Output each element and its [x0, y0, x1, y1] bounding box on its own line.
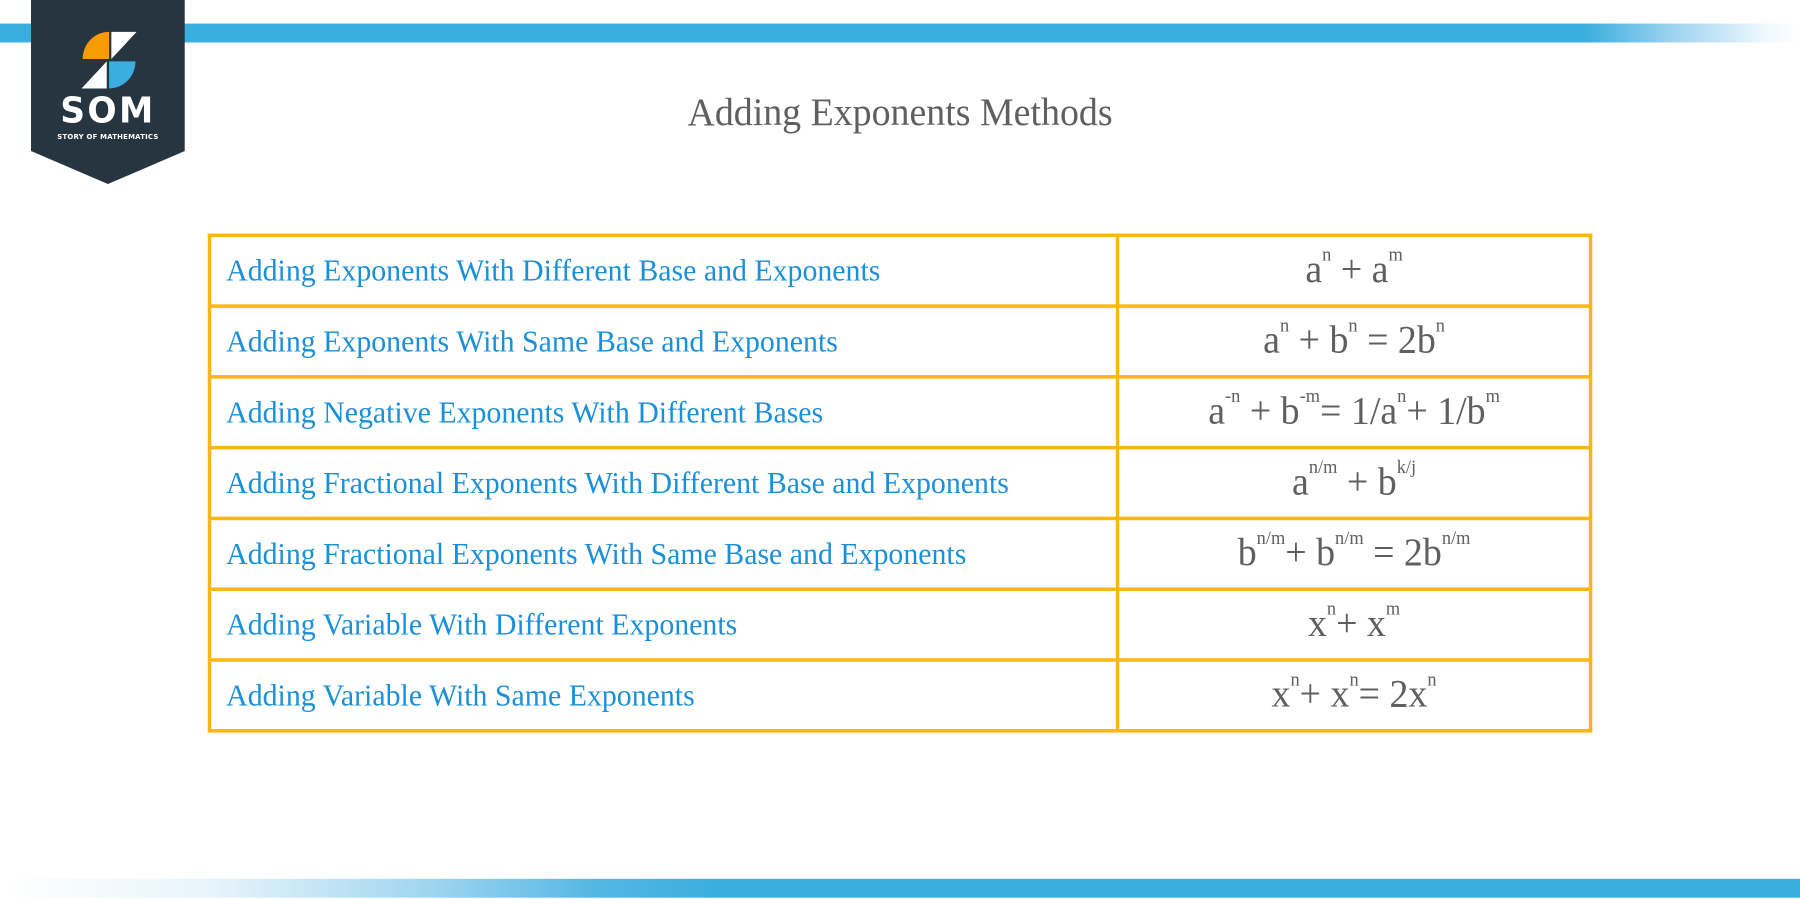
- page-title: Adding Exponents Methods: [687, 92, 1113, 135]
- table-row: Adding Exponents With Different Base and…: [207, 233, 1593, 308]
- table-row: Adding Fractional Exponents With Differe…: [207, 445, 1593, 521]
- formula-exponent: n: [1326, 599, 1337, 620]
- method-formula: an/m + bk/j: [1115, 445, 1593, 521]
- method-name: Adding Variable With Same Exponents: [207, 658, 1120, 733]
- formula-term: a: [1208, 390, 1226, 433]
- formula-term: = 2b: [1363, 531, 1442, 575]
- formula-exponent: n: [1290, 670, 1300, 691]
- method-name: Adding Negative Exponents With Different…: [207, 375, 1120, 450]
- formula-term: + x: [1336, 602, 1386, 646]
- formula-term: + a: [1331, 248, 1389, 292]
- formula-exponent: -m: [1299, 386, 1321, 407]
- formula-exponent: k/j: [1396, 457, 1417, 478]
- method-formula: xn+ xm: [1115, 587, 1593, 662]
- formula-exponent: n/m: [1441, 528, 1471, 549]
- formula-term: + x: [1299, 673, 1350, 717]
- formula-term: = 2b: [1357, 319, 1436, 363]
- table-row: Adding Fractional Exponents With Same Ba…: [207, 516, 1593, 591]
- table-row: Adding Variable With Different Exponents…: [207, 587, 1593, 662]
- formula-term: a: [1263, 319, 1280, 363]
- table-row: Adding Exponents With Same Base and Expo…: [207, 304, 1593, 379]
- method-name: Adding Fractional Exponents With Differe…: [207, 445, 1120, 521]
- bottom-accent-band: [0, 878, 1800, 898]
- formula-exponent: m: [1385, 599, 1401, 620]
- formula-exponent: n: [1435, 316, 1445, 337]
- method-name: Adding Exponents With Different Base and…: [207, 233, 1120, 308]
- table-row: Adding Negative Exponents With Different…: [207, 375, 1593, 450]
- formula-exponent: n: [1322, 245, 1332, 266]
- formula-exponent: -n: [1225, 386, 1241, 407]
- formula-term: + 1/b: [1406, 390, 1486, 433]
- formula-exponent: m: [1485, 386, 1500, 407]
- method-formula: an + am: [1115, 233, 1593, 308]
- formula-exponent: n: [1349, 670, 1359, 691]
- formula-exponent: n/m: [1308, 457, 1338, 478]
- formula-term: a: [1292, 461, 1309, 504]
- method-formula: xn+ xn= 2xn: [1115, 658, 1593, 733]
- table-row: Adding Variable With Same Exponents xn+ x…: [207, 658, 1593, 733]
- method-name: Adding Fractional Exponents With Same Ba…: [207, 516, 1120, 591]
- formula-exponent: n: [1348, 316, 1358, 337]
- formula-exponent: n: [1427, 670, 1437, 691]
- method-name: Adding Variable With Different Exponents: [207, 587, 1120, 662]
- formula-term: x: [1307, 602, 1327, 646]
- formula-term: + b: [1285, 531, 1336, 575]
- formula-exponent: m: [1388, 245, 1403, 266]
- formula-term: b: [1237, 531, 1257, 575]
- formula-exponent: n/m: [1256, 528, 1286, 549]
- method-formula: bn/m+ bn/m = 2bn/m: [1115, 516, 1593, 591]
- formula-term: + b: [1337, 461, 1397, 504]
- formula-term: = 2x: [1358, 673, 1428, 717]
- formula-exponent: n: [1279, 316, 1290, 337]
- method-formula: a-n + b-m= 1/an+ 1/bm: [1115, 375, 1593, 450]
- method-formula: an + bn = 2bn: [1115, 304, 1593, 379]
- formula-exponent: n/m: [1335, 528, 1364, 549]
- formula-exponent: n: [1397, 386, 1407, 407]
- formula-term: a: [1305, 248, 1323, 292]
- methods-table: Adding Exponents With Different Base and…: [207, 233, 1593, 733]
- method-name: Adding Exponents With Same Base and Expo…: [207, 304, 1120, 379]
- top-accent-band: [0, 23, 1800, 43]
- formula-term: + b: [1240, 390, 1300, 433]
- formula-term: = 1/a: [1320, 390, 1398, 433]
- formula-term: x: [1271, 673, 1291, 717]
- formula-term: + b: [1289, 319, 1349, 363]
- page: SOM STORY OF MATHEMATICS Adding Exponent…: [0, 0, 1800, 900]
